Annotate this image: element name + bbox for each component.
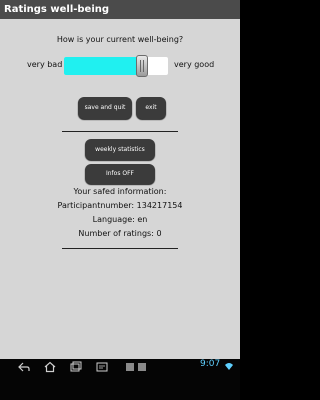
system-navigation-bar: 9:07 (0, 359, 240, 400)
notification-icon (138, 363, 146, 371)
recent-apps-icon[interactable] (70, 361, 82, 373)
status-clock: 9:07 (200, 359, 221, 369)
slider-thumb[interactable] (136, 55, 148, 77)
screenshot-icon[interactable] (96, 361, 108, 373)
wellbeing-slider[interactable] (64, 55, 168, 77)
language-info: Language: en (92, 215, 148, 224)
scale-label-high: very good (174, 60, 215, 69)
home-icon[interactable] (44, 361, 56, 373)
back-icon[interactable] (18, 361, 30, 373)
slider-fill (64, 57, 142, 75)
ratings-count: Number of ratings: 0 (78, 229, 162, 238)
scale-label-low: very bad (27, 60, 63, 69)
save-and-quit-button[interactable]: save and quit (78, 97, 132, 119)
divider (62, 248, 178, 249)
question-text: How is your current well-being? (56, 35, 184, 44)
weekly-statistics-button[interactable]: weekly statistics (85, 139, 155, 160)
info-heading: Your safed information: (73, 187, 167, 196)
app-title: Ratings well-being (0, 0, 240, 19)
exit-button[interactable]: exit (136, 97, 166, 119)
infos-toggle-button[interactable]: Infos OFF (85, 164, 155, 184)
participant-number: Participantnumber: 134217154 (57, 201, 183, 210)
divider (62, 131, 178, 132)
main-content: How is your current well-being? very bad… (0, 19, 240, 359)
notification-icon (126, 363, 134, 371)
wifi-icon (225, 363, 233, 370)
